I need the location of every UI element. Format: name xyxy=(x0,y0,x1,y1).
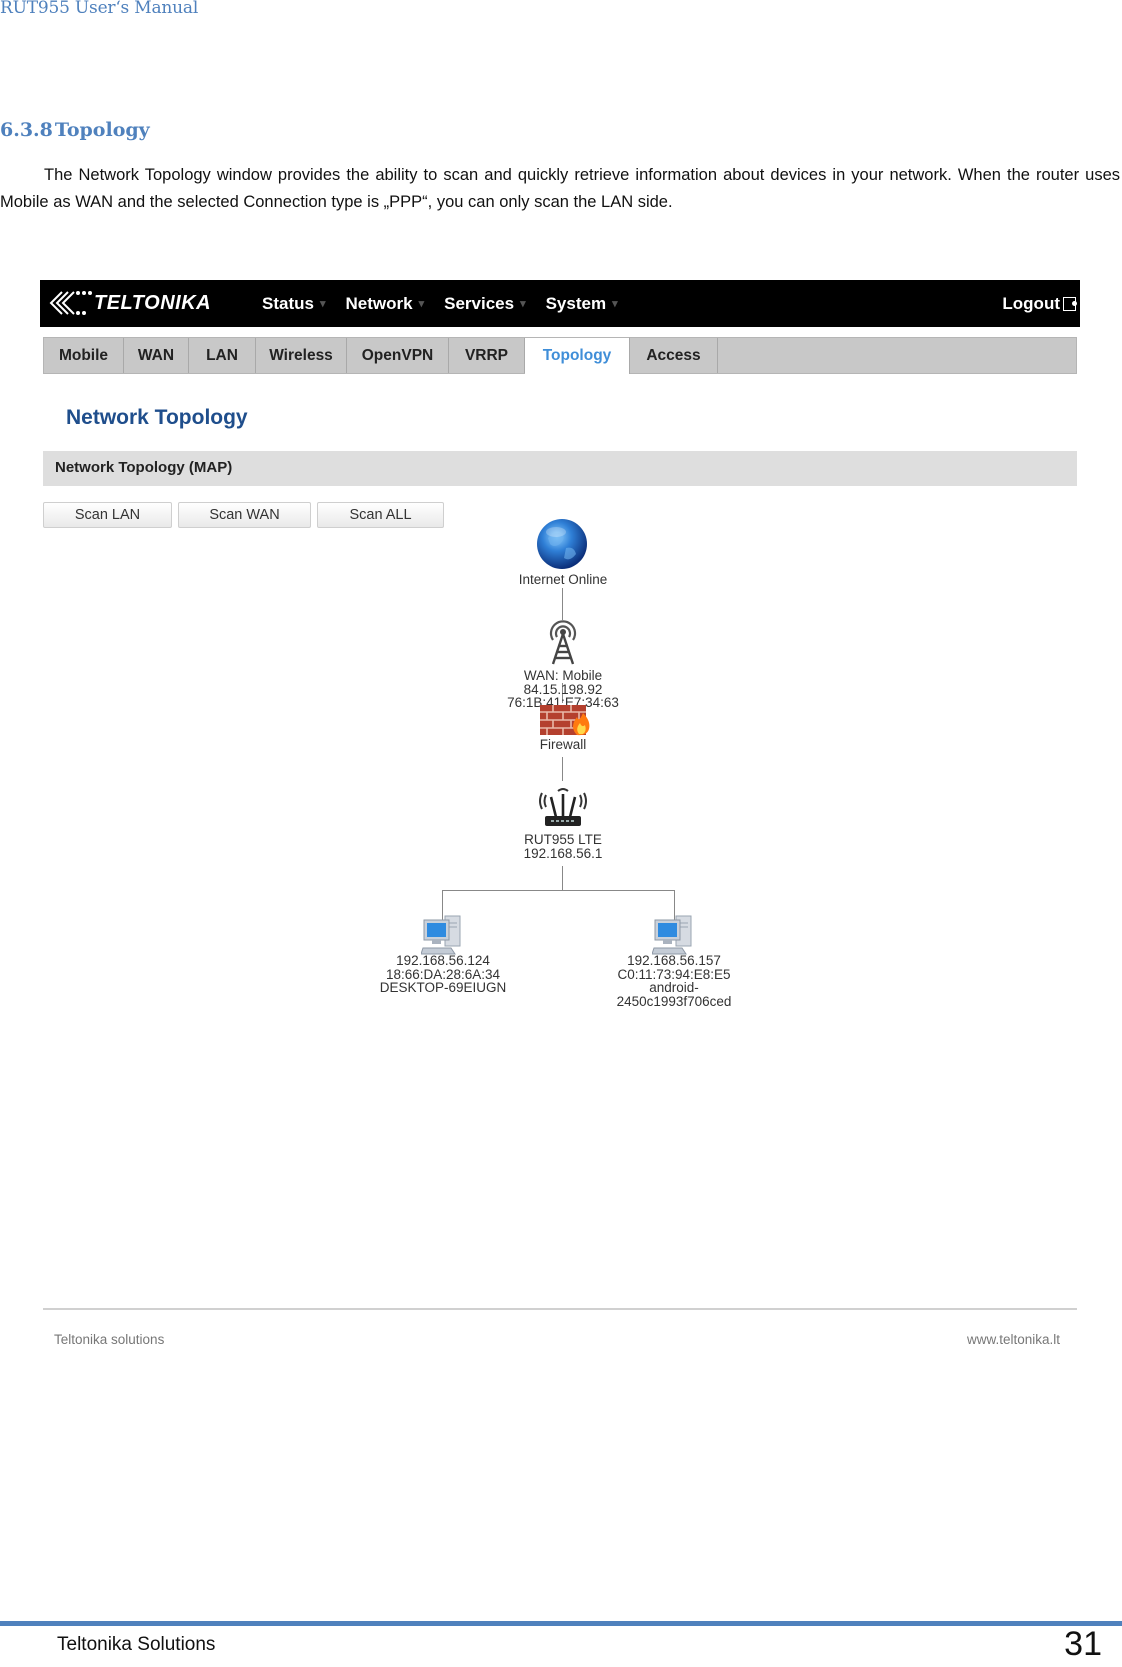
label-line: android- xyxy=(649,980,699,995)
label-line: Firewall xyxy=(539,737,587,752)
internet-node-label: Internet Online xyxy=(519,573,608,587)
firewall-icon[interactable] xyxy=(539,703,593,737)
client-2-label: 192.168.56.157 C0:11:73:94:E8:E5 android… xyxy=(617,954,732,1008)
link-router-bus xyxy=(562,866,563,890)
label-line: 18:66:DA:28:6A:34 xyxy=(385,966,501,982)
page-footer-company: Teltonika Solutions xyxy=(57,1634,216,1655)
footer-divider xyxy=(43,1308,1077,1310)
globe-icon[interactable] xyxy=(536,518,588,570)
label-line: RUT955 LTE xyxy=(524,832,602,847)
label-line: 84.15.198.92 xyxy=(523,681,603,697)
antenna-icon[interactable] xyxy=(545,620,581,666)
document-header: RUT955 User‘s Manual xyxy=(0,0,199,18)
label-line: DESKTOP-69EIUGN xyxy=(379,980,507,995)
footer-website-link[interactable]: www.teltonika.lt xyxy=(967,1332,1060,1347)
router-icon[interactable] xyxy=(537,785,589,829)
section-number: 6.3.8 xyxy=(0,119,53,141)
topology-map: Internet Online WAN: Mobile 84.15.198.92… xyxy=(40,280,1080,1360)
label-line: 192.168.56.124 xyxy=(396,953,490,968)
link-bus xyxy=(442,890,675,891)
link-internet-wan xyxy=(562,588,563,620)
section-title-text: Topology xyxy=(54,119,150,141)
page-number: 31 xyxy=(1064,1625,1102,1663)
client-1-label: 192.168.56.124 18:66:DA:28:6A:34 DESKTOP… xyxy=(380,954,507,995)
firewall-node-label: Firewall xyxy=(540,738,587,752)
computer-icon[interactable] xyxy=(421,914,465,956)
body-paragraph: The Network Topology window provides the… xyxy=(0,162,1120,216)
page-footer-rule xyxy=(0,1621,1122,1626)
label-line: C0:11:73:94:E8:E5 xyxy=(617,966,731,982)
router-node-label: RUT955 LTE 192.168.56.1 xyxy=(524,833,603,860)
paragraph-text: The Network Topology window provides the… xyxy=(0,166,1120,211)
section-title: 6.3.8 Topology xyxy=(0,119,150,141)
label-line: WAN: Mobile xyxy=(523,668,603,683)
label-line: 192.168.56.157 xyxy=(627,953,721,968)
link-firewall-router xyxy=(562,757,563,781)
label-line: Internet Online xyxy=(518,572,608,587)
label-line: 2450c1993f706ced xyxy=(616,993,732,1009)
router-ui-screenshot: TELTONIKA Status ▾ Network ▾ Services ▾ Sys… xyxy=(40,280,1080,1360)
computer-icon[interactable] xyxy=(652,914,696,956)
label-line: 192.168.56.1 xyxy=(523,845,603,861)
footer-company: Teltonika solutions xyxy=(54,1332,165,1347)
